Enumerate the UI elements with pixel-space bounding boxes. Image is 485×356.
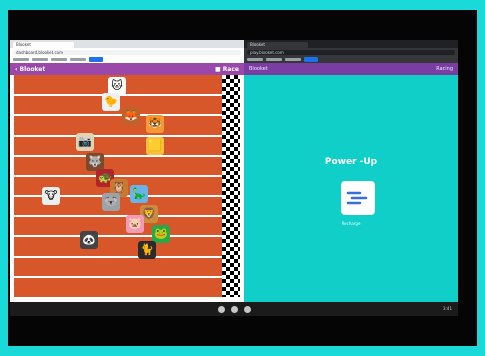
- racer-blook: 🐨: [102, 193, 120, 211]
- lane-line: [14, 174, 222, 177]
- lane-line: [14, 114, 222, 117]
- bookmarks-bar: [10, 56, 244, 63]
- launcher-icon[interactable]: [217, 305, 225, 313]
- files-icon[interactable]: [243, 305, 251, 313]
- powerup-subtitle: Recharge: [341, 221, 361, 226]
- header-right: Racing: [436, 66, 453, 72]
- finish-line: [222, 75, 240, 297]
- racer-blook: 🦊: [122, 107, 140, 125]
- chrome-icon[interactable]: [230, 305, 238, 313]
- url-field[interactable]: dashboard.blooket.com: [13, 49, 241, 55]
- tab-blooket[interactable]: Blooket: [247, 42, 308, 48]
- tab-strip: Blooket: [10, 40, 244, 48]
- add-bookmark-button[interactable]: [89, 57, 103, 62]
- address-bar: dashboard.blooket.com: [10, 48, 244, 56]
- lane-line: [14, 154, 222, 157]
- blooket-header: ‹ Blooket ■ Race: [10, 63, 244, 75]
- left-browser-window: Blooket dashboard.blooket.com ‹ Blooket …: [10, 40, 244, 302]
- os-taskbar: 3:41: [10, 302, 458, 316]
- racer-blook: 🦕: [130, 185, 148, 203]
- bookmark-item[interactable]: [13, 58, 29, 61]
- powerup-title: Power -Up: [324, 157, 378, 167]
- lane-line: [14, 255, 222, 258]
- powerup-panel: Power -Up Recharge: [244, 75, 458, 302]
- lane-line: [14, 215, 222, 218]
- bookmark-item[interactable]: [32, 58, 48, 61]
- player-header: Blooket Racing: [244, 63, 458, 75]
- racer-blook: 🐸: [152, 225, 170, 243]
- add-bookmark-button[interactable]: [304, 57, 318, 62]
- racer-blook: 🐯: [146, 115, 164, 133]
- header-left: Blooket: [249, 66, 268, 72]
- tab-strip: Blooket: [244, 40, 458, 48]
- desktop-screen: Blooket dashboard.blooket.com ‹ Blooket …: [10, 40, 458, 302]
- racer-blook: 🟨: [146, 137, 164, 155]
- address-bar: play.blooket.com: [244, 48, 458, 56]
- bookmark-item[interactable]: [51, 58, 67, 61]
- racer-blook: 🐈: [138, 241, 156, 259]
- lane-line: [14, 275, 222, 278]
- url-field[interactable]: play.blooket.com: [247, 49, 455, 55]
- racer-blook: 🐼: [80, 231, 98, 249]
- racer-blook: 🐮: [42, 187, 60, 205]
- header-title[interactable]: ‹ Blooket: [15, 66, 45, 73]
- racer-blook: 🐷: [126, 215, 144, 233]
- lane-line: [14, 235, 222, 238]
- racer-blook: 🐤: [102, 93, 120, 111]
- racer-blook: 📷: [76, 133, 94, 151]
- lane-line: [14, 134, 222, 137]
- bookmarks-bar: [244, 56, 458, 63]
- header-right[interactable]: ■ Race: [215, 66, 239, 73]
- bookmark-item[interactable]: [266, 58, 282, 61]
- race-track: 🐱 🐤 🦊 🐯 🟨 📷 🐺 🐢 🦉 🦕 🐮 🐨 🦁 🐷 🐸 🐼 🐈: [14, 75, 222, 297]
- clock[interactable]: 3:41: [443, 306, 452, 311]
- right-browser-window: Blooket play.blooket.com Blooket Racing …: [244, 40, 458, 302]
- bookmark-item[interactable]: [247, 58, 263, 61]
- tab-blooket[interactable]: Blooket: [13, 42, 74, 48]
- bookmark-item[interactable]: [70, 58, 86, 61]
- bookmark-item[interactable]: [285, 58, 301, 61]
- powerup-icon: [346, 191, 368, 205]
- race-area: 🐱 🐤 🦊 🐯 🟨 📷 🐺 🐢 🦉 🦕 🐮 🐨 🦁 🐷 🐸 🐼 🐈: [10, 75, 244, 302]
- powerup-card[interactable]: [341, 181, 375, 215]
